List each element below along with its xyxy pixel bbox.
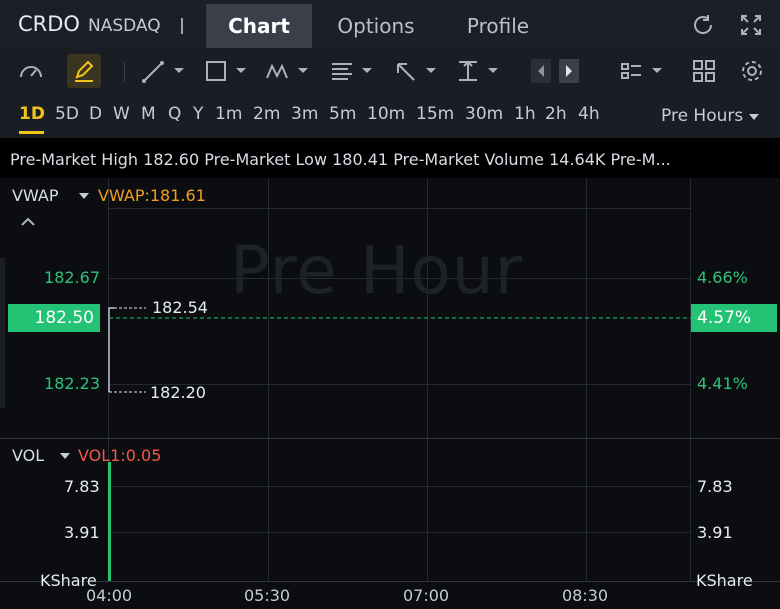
grid-line <box>108 208 690 209</box>
interval-3m[interactable]: 3m <box>291 104 318 124</box>
interval-y[interactable]: Y <box>193 104 203 124</box>
x-axis-tick: 07:00 <box>403 586 450 605</box>
interval-w[interactable]: W <box>113 104 130 124</box>
active-interval-underline <box>19 131 44 134</box>
scroll-left-icon[interactable] <box>530 56 552 86</box>
interval-10m[interactable]: 10m <box>367 104 405 124</box>
fullscreen-icon[interactable] <box>738 12 764 38</box>
current-price-tag: 182.50 <box>8 304 100 332</box>
interval-4h[interactable]: 4h <box>578 104 600 124</box>
interval-30m[interactable]: 30m <box>465 104 503 124</box>
caret-down-icon[interactable] <box>60 453 70 459</box>
arrow-tool-icon[interactable] <box>392 56 440 86</box>
grid-line <box>108 532 690 533</box>
vwap-value: VWAP:181.61 <box>98 186 206 205</box>
session-select[interactable]: Pre Hours <box>661 106 743 126</box>
settings-gear-icon[interactable] <box>738 56 766 86</box>
volume-bar <box>108 462 111 581</box>
interval-q[interactable]: Q <box>168 104 181 124</box>
x-axis-tick: 04:00 <box>86 586 133 605</box>
list-menu-icon[interactable] <box>618 56 666 86</box>
interval-5m[interactable]: 5m <box>329 104 356 124</box>
volume-axis-label: 3.91 <box>64 523 100 542</box>
gauge-icon[interactable] <box>16 56 46 86</box>
high-annotation: 182.54 <box>152 298 208 317</box>
header-separator <box>181 18 183 34</box>
interval-1d[interactable]: 1D <box>19 104 45 124</box>
interval-m[interactable]: M <box>141 104 156 124</box>
tab-profile[interactable]: Profile <box>446 4 550 48</box>
interval-5d[interactable]: 5D <box>55 104 79 124</box>
interval-2h[interactable]: 2h <box>545 104 567 124</box>
ticker-symbol: CRDO <box>18 12 80 36</box>
refresh-icon[interactable] <box>690 12 716 38</box>
pen-icon <box>75 60 94 82</box>
vwap-indicator-label[interactable]: VWAP <box>12 186 58 205</box>
brand-label: KShare <box>696 571 753 590</box>
price-axis-label: 182.23 <box>44 374 100 393</box>
low-annotation: 182.20 <box>150 383 206 402</box>
rectangle-tool-icon[interactable] <box>202 56 250 86</box>
percent-axis-label: 4.41% <box>697 374 748 393</box>
left-scroll-strip[interactable] <box>0 258 5 408</box>
tab-options[interactable]: Options <box>320 4 432 48</box>
x-axis-tick: 08:30 <box>562 586 609 605</box>
current-percent-tag: 4.57% <box>691 304 777 332</box>
pane-divider[interactable] <box>0 438 780 439</box>
line-tool-icon[interactable] <box>140 56 188 86</box>
measure-tool-icon[interactable] <box>454 56 502 86</box>
chevron-down-icon <box>749 114 759 120</box>
interval-d[interactable]: D <box>89 104 102 124</box>
volume-axis-label: 7.83 <box>697 477 733 496</box>
volume-axis-label: 3.91 <box>697 523 733 542</box>
x-axis-line <box>0 581 780 582</box>
vol-indicator-label[interactable]: VOL <box>12 446 44 465</box>
grid-layout-icon[interactable] <box>690 56 718 86</box>
fib-tool-icon[interactable] <box>328 56 376 86</box>
interval-15m[interactable]: 15m <box>416 104 454 124</box>
percent-axis-label: 4.66% <box>697 268 748 287</box>
premarket-summary: Pre-Market High 182.60 Pre-Market Low 18… <box>10 150 671 169</box>
exchange-name: NASDAQ <box>88 16 161 36</box>
x-axis-tick: 05:30 <box>244 586 291 605</box>
price-axis-label: 182.67 <box>44 268 100 287</box>
caret-down-icon[interactable] <box>79 193 89 199</box>
vol-value: VOL1:0.05 <box>78 446 162 465</box>
chart-watermark: Pre Hour <box>230 232 523 309</box>
chevron-up-icon[interactable] <box>20 216 36 228</box>
volume-axis-label: 7.83 <box>64 477 100 496</box>
toolbar-divider <box>124 62 125 82</box>
scroll-right-icon[interactable] <box>558 56 580 86</box>
pattern-tool-icon[interactable] <box>264 56 312 86</box>
interval-2m[interactable]: 2m <box>253 104 280 124</box>
interval-1h[interactable]: 1h <box>514 104 536 124</box>
grid-line <box>108 486 690 487</box>
tab-chart[interactable]: Chart <box>206 4 312 48</box>
interval-1m[interactable]: 1m <box>215 104 242 124</box>
